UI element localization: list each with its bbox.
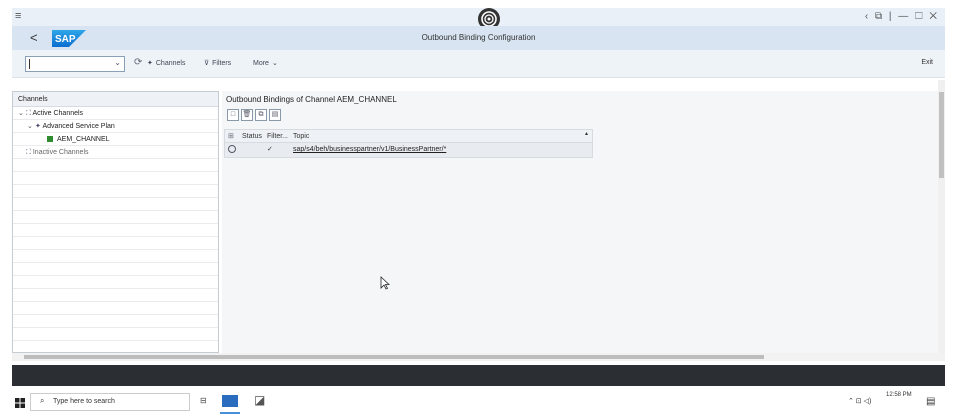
tree-node-advanced-service-plan[interactable]: ⌄ ✦ Advanced Service Plan [13, 120, 218, 133]
text-caret [29, 59, 30, 69]
create-icon[interactable]: □ [227, 109, 239, 121]
channels-icon: ✦ [147, 60, 153, 67]
scrollbar-thumb[interactable] [24, 355, 764, 359]
horizontal-scrollbar[interactable] [12, 353, 945, 361]
column-header-filter[interactable]: Filter... [267, 130, 292, 143]
vertical-scrollbar[interactable] [938, 80, 945, 358]
column-header-status[interactable]: Status [242, 130, 268, 143]
tree-empty-row [13, 211, 218, 224]
toolbar: ⌄ ⟳ ✦ Channels ⊽ Filters More ⌄ Exit [12, 50, 945, 78]
tree-empty-row [13, 276, 218, 289]
details-icon[interactable]: ▤ [269, 109, 281, 121]
task-view-icon[interactable]: ⊟ [200, 396, 207, 405]
taskbar-app-icon[interactable] [222, 395, 238, 407]
system-tray-icons[interactable]: ⌃ ⊡ ◁) [848, 397, 871, 405]
bindings-table: ⊞ Status Filter... Topic ▴ ✓ sap/s4/beh/… [224, 129, 593, 158]
tree-empty-row [13, 185, 218, 198]
tree-empty-row [13, 263, 218, 276]
taskbar-app-icon[interactable]: ◪ [254, 393, 265, 407]
chevron-down-icon[interactable]: ⌄ [114, 58, 121, 67]
window-titlebar: ≡ ‹ ⧉ | — ☐ ✕ [12, 8, 945, 30]
active-app-indicator [220, 412, 240, 414]
channels-tree: ⌄ ⛶ Active Channels ⌄ ✦ Advanced Service P… [13, 107, 218, 341]
panel-title: Outbound Bindings of Channel AEM_CHANNEL [226, 95, 397, 104]
table-row[interactable]: ✓ sap/s4/beh/businesspartner/v1/Business… [225, 143, 592, 157]
scrollbar-thumb[interactable] [939, 92, 944, 178]
service-plan-icon: ✦ [35, 123, 41, 130]
window-controls[interactable]: ‹ ⧉ | — ☐ ✕ [865, 11, 939, 22]
tree-empty-row [13, 159, 218, 172]
windows-start-icon[interactable] [15, 398, 25, 408]
app-header: < SAP Outbound Binding Configuration [12, 26, 945, 50]
exit-button[interactable]: Exit [921, 59, 933, 66]
table-header: ⊞ Status Filter... Topic ▴ [225, 130, 592, 143]
tree-empty-row [13, 198, 218, 211]
channels-button[interactable]: ✦ Channels [147, 59, 185, 68]
tree-empty-row [13, 302, 218, 315]
chevron-down-icon[interactable]: ⌄ [27, 120, 35, 133]
sort-indicator-icon: ▴ [585, 131, 589, 137]
channels-icon: ⛶ [26, 110, 31, 117]
tree-empty-row [13, 328, 218, 341]
taskbar-search-input[interactable]: Type here to search [30, 393, 190, 411]
column-header-topic[interactable]: Topic [293, 130, 309, 143]
copy-icon[interactable]: ⧉ [255, 109, 267, 121]
windows-taskbar: Type here to search ⌕ ⊟ ◪ ⌃ ⊡ ◁) 12:58 P… [0, 390, 960, 418]
table-toolbar: □ 🗑 ⧉ ▤ [227, 109, 281, 121]
hamburger-icon[interactable]: ≡ [15, 10, 21, 22]
page-title: Outbound Binding Configuration [421, 33, 536, 42]
taskbar-clock[interactable]: 12:58 PM [886, 391, 912, 399]
green-square-icon [47, 136, 53, 143]
tree-node-aem-channel[interactable]: AEM_CHANNEL [13, 133, 218, 146]
tree-empty-row [13, 224, 218, 237]
select-all-icon[interactable]: ⊞ [228, 130, 240, 143]
row-topic-link[interactable]: sap/s4/beh/businesspartner/v1/BusinessPa… [293, 143, 446, 157]
chevron-down-icon: ⌄ [271, 60, 278, 67]
tree-empty-row [13, 237, 218, 250]
filters-button[interactable]: ⊽ Filters [204, 59, 231, 68]
chevron-down-icon[interactable]: ⌄ [18, 107, 26, 120]
channels-icon: ⛶ [26, 149, 31, 156]
tree-empty-row [13, 315, 218, 328]
status-bar [12, 365, 945, 386]
channels-tree-header: Channels [13, 92, 218, 107]
more-button[interactable]: More ⌄ [253, 59, 278, 68]
filter-icon: ⊽ [204, 60, 210, 67]
tree-empty-row [13, 172, 218, 185]
tree-empty-row [13, 250, 218, 263]
outbound-bindings-panel: Outbound Bindings of Channel AEM_CHANNEL… [222, 91, 940, 353]
command-field[interactable]: ⌄ [25, 56, 125, 72]
tree-node-inactive-channels[interactable]: ⛶ Inactive Channels [13, 146, 218, 159]
refresh-icon[interactable]: ⟳ [134, 57, 142, 68]
channels-tree-panel: Channels ⌄ ⛶ Active Channels ⌄ ✦ Advanced … [12, 91, 219, 353]
search-icon: ⌕ [40, 396, 45, 405]
delete-icon[interactable]: 🗑 [241, 109, 253, 121]
mouse-cursor-icon [380, 276, 390, 290]
tree-node-active-channels[interactable]: ⌄ ⛶ Active Channels [13, 107, 218, 120]
notification-icon[interactable]: ▤ [926, 396, 935, 407]
row-filter-check: ✓ [267, 146, 273, 153]
row-select-radio[interactable] [228, 143, 240, 157]
tree-empty-row [13, 289, 218, 302]
